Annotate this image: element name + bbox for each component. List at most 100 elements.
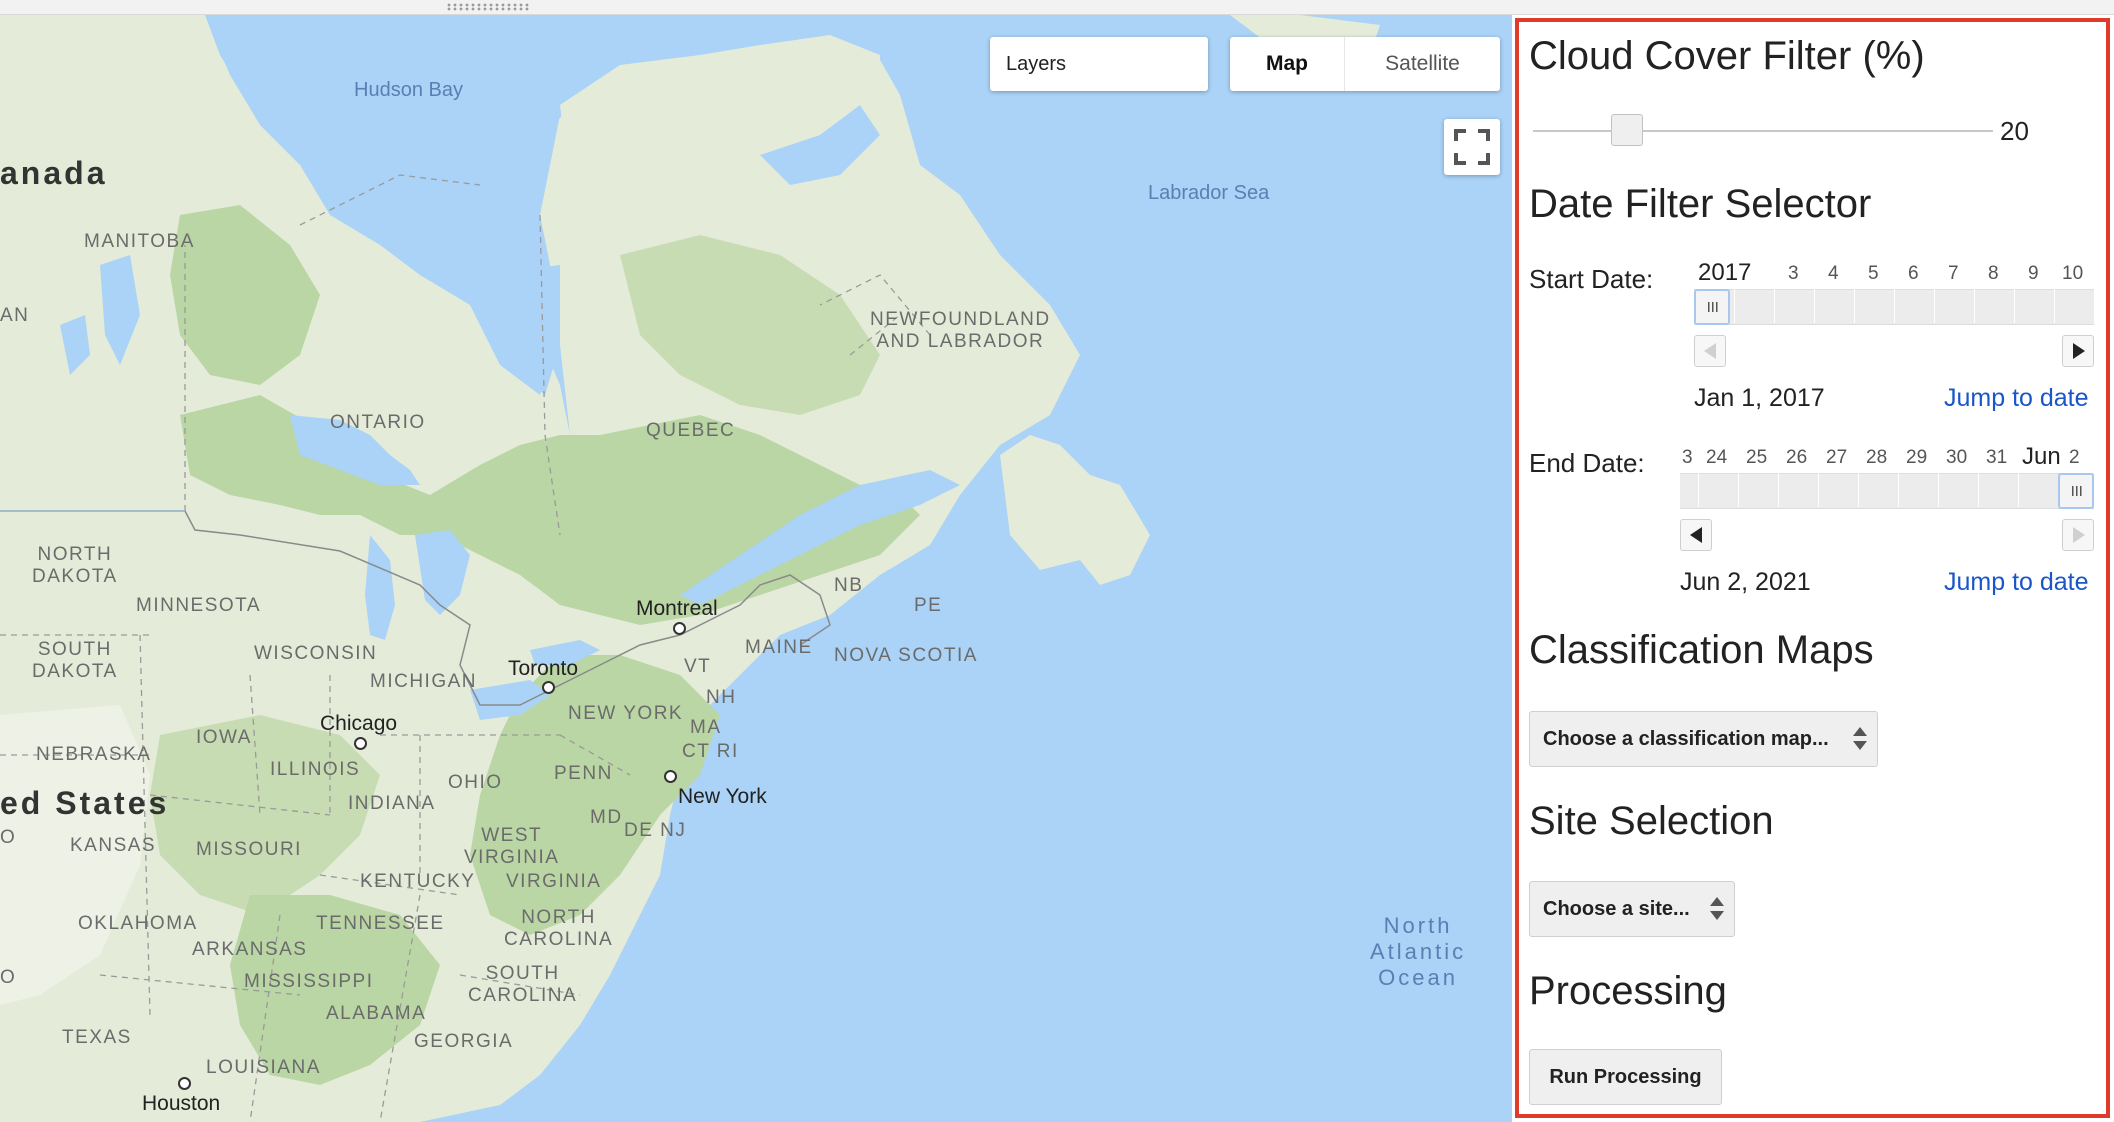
label-virginia: VIRGINIA	[506, 871, 602, 892]
end-date-track[interactable]	[1680, 473, 2094, 509]
city-label-montreal: Montreal	[636, 597, 718, 620]
start-date-next-button[interactable]	[2062, 335, 2094, 367]
label-kansas: KANSAS	[70, 835, 157, 856]
label-quebec: QUEBEC	[646, 420, 736, 441]
label-alabama: ALABAMA	[326, 1003, 427, 1024]
label-ma: MA	[690, 717, 722, 738]
start-date-label: Start Date:	[1529, 264, 1654, 294]
label-nova-scotia: NOVA SCOTIA	[834, 645, 978, 666]
track-divider	[2014, 289, 2015, 323]
start-date-prev-button[interactable]	[1694, 335, 1726, 367]
label-manitoba: MANITOBA	[84, 231, 195, 252]
cloud-cover-slider-track[interactable]	[1533, 130, 1993, 132]
end-tick: 31	[1986, 447, 2008, 468]
end-tick: 3	[1682, 447, 1693, 468]
track-divider	[1858, 473, 1859, 507]
city-marker-new-york	[664, 770, 677, 783]
end-tick: 28	[1866, 447, 1888, 468]
label-iowa: IOWA	[196, 727, 252, 748]
end-tick: 25	[1746, 447, 1768, 468]
label-mississippi: MISSISSIPPI	[244, 971, 374, 992]
cloud-cover-title: Cloud Cover Filter (%)	[1529, 34, 1925, 78]
label-nh: NH	[706, 687, 737, 708]
start-date-slider[interactable]: 2017 3 4 5 6 7 8 9 10	[1694, 259, 2094, 325]
start-tick: 2017	[1698, 259, 1752, 286]
label-arkansas: ARKANSAS	[192, 939, 308, 960]
city-marker-chicago	[354, 737, 367, 750]
start-date-value: Jan 1, 2017	[1694, 384, 1825, 412]
label-texas: TEXAS	[62, 1027, 132, 1048]
label-tennessee: TENNESSEE	[316, 913, 445, 934]
start-tick: 8	[1988, 263, 1999, 284]
map-type-control: Map Satellite	[1230, 37, 1500, 91]
city-label-houston: Houston	[142, 1092, 221, 1115]
end-date-jump-link[interactable]: Jump to date	[1944, 568, 2089, 597]
end-tick: 2	[2069, 447, 2080, 468]
start-tick: 4	[1828, 263, 1839, 284]
label-minnesota: MINNESOTA	[136, 595, 262, 616]
label-newfoundland-labrador: NEWFOUNDLAND AND LABRADOR	[870, 309, 1051, 352]
end-date-next-button[interactable]	[2062, 519, 2094, 551]
label-an: AN	[0, 305, 30, 326]
label-west-virginia: WEST VIRGINIA	[464, 825, 560, 868]
start-tick: 9	[2028, 263, 2039, 284]
track-divider	[1698, 473, 1699, 507]
splitter-drag-handle[interactable]	[446, 3, 530, 11]
label-edge-o-lower: O	[0, 967, 17, 988]
label-oklahoma: OKLAHOMA	[78, 913, 198, 934]
city-marker-montreal	[673, 622, 686, 635]
track-divider	[1818, 473, 1819, 507]
track-divider	[2054, 289, 2055, 323]
start-date-jump-link[interactable]: Jump to date	[1944, 384, 2089, 413]
date-filter-title: Date Filter Selector	[1529, 182, 1872, 226]
end-tick: Jun	[2022, 443, 2061, 470]
cloud-cover-slider-thumb[interactable]	[1611, 114, 1643, 146]
classification-map-select[interactable]: Choose a classification map...	[1529, 711, 1878, 767]
city-label-chicago: Chicago	[320, 712, 398, 735]
track-divider	[1894, 289, 1895, 323]
start-tick: 7	[1948, 263, 1959, 284]
label-hudson-bay: Hudson Bay	[354, 79, 463, 101]
start-date-handle[interactable]	[1694, 289, 1730, 325]
label-md: MD	[590, 807, 623, 828]
end-date-prev-button[interactable]	[1680, 519, 1712, 551]
label-north-carolina: NORTH CAROLINA	[504, 907, 614, 950]
label-penn: PENN	[554, 763, 613, 784]
end-date-ticks: 3 24 25 26 27 28 29 30 31 Jun 2	[1680, 443, 2094, 471]
top-splitter-bar	[0, 0, 2114, 15]
city-marker-houston	[178, 1077, 191, 1090]
label-north-atlantic-ocean: North Atlantic Ocean	[1370, 913, 1467, 990]
track-divider	[1778, 473, 1779, 507]
map-type-map-button[interactable]: Map	[1230, 37, 1345, 91]
run-processing-button[interactable]: Run Processing	[1529, 1049, 1722, 1105]
layers-dropdown[interactable]: Layers	[990, 37, 1208, 91]
fullscreen-button[interactable]	[1444, 119, 1500, 175]
map-canvas[interactable]: Hudson Bay Labrador Sea North Atlantic O…	[0, 15, 1512, 1122]
classification-select-value: Choose a classification map...	[1543, 728, 1829, 750]
label-indiana: INDIANA	[348, 793, 436, 814]
map-type-satellite-button[interactable]: Satellite	[1345, 37, 1500, 91]
label-united-states: ed States	[0, 785, 170, 821]
label-nb: NB	[834, 575, 864, 596]
label-pe: PE	[914, 595, 943, 616]
label-nebraska: NEBRASKA	[36, 744, 152, 765]
grip-icon	[1708, 302, 1718, 312]
end-tick: 27	[1826, 447, 1848, 468]
track-divider	[1734, 289, 1735, 323]
cloud-cover-value: 20	[2000, 116, 2029, 146]
track-divider	[1934, 289, 1935, 323]
site-select[interactable]: Choose a site...	[1529, 881, 1735, 937]
label-north-dakota: NORTH DAKOTA	[32, 544, 118, 587]
arrow-left-icon	[1690, 527, 1702, 543]
label-south-dakota: SOUTH DAKOTA	[32, 639, 118, 682]
end-date-slider[interactable]: 3 24 25 26 27 28 29 30 31 Jun 2	[1680, 443, 2094, 509]
label-maine: MAINE	[745, 637, 813, 658]
label-wisconsin: WISCONSIN	[254, 643, 378, 664]
track-divider	[2018, 473, 2019, 507]
track-divider	[1774, 289, 1775, 323]
label-ontario: ONTARIO	[330, 412, 426, 433]
fullscreen-icon	[1454, 129, 1490, 165]
label-ct-ri: CT RI	[682, 741, 739, 762]
end-date-handle[interactable]	[2058, 473, 2094, 509]
label-michigan: MICHIGAN	[370, 671, 477, 692]
